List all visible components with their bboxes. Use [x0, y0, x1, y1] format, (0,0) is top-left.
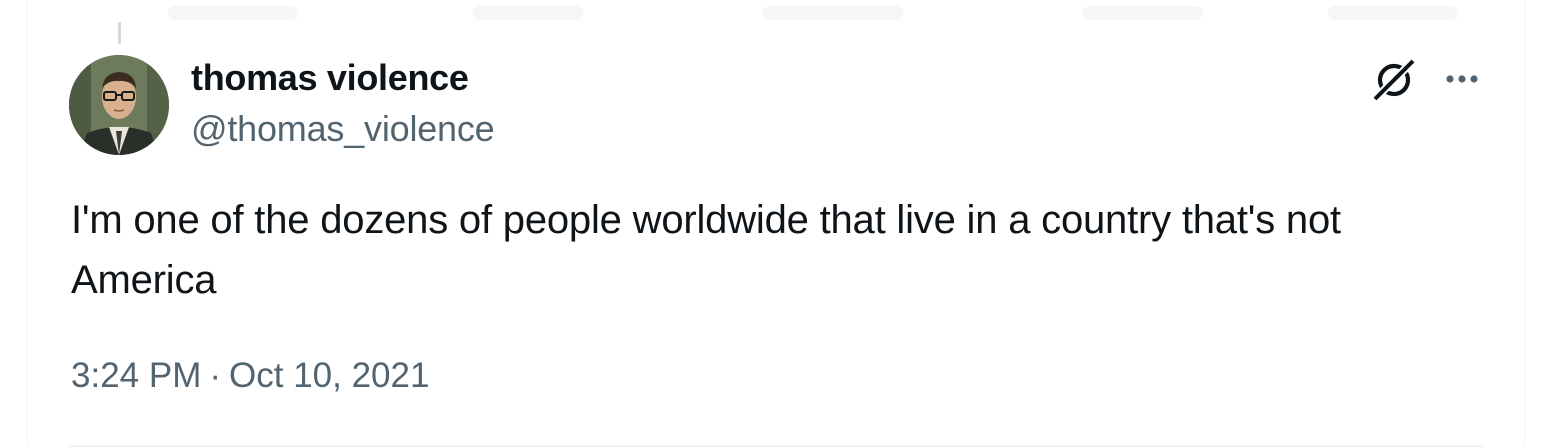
timestamp-separator: · [209, 356, 222, 395]
faded-action [1328, 6, 1458, 20]
thread-connector-line [118, 22, 121, 44]
tweet-card: thomas violence @thomas_violence I'm one… [27, 0, 1525, 447]
faded-action [763, 6, 903, 20]
more-horizontal-icon[interactable] [1438, 62, 1486, 96]
tweet-time: 3:24 PM [71, 356, 202, 395]
faded-action [1083, 6, 1203, 20]
faded-action [168, 6, 298, 20]
author-display-name[interactable]: thomas violence [191, 57, 469, 99]
author-handle[interactable]: @thomas_violence [191, 108, 495, 150]
grok-icon[interactable] [1370, 56, 1418, 104]
tweet-text: I'm one of the dozens of people worldwid… [71, 198, 1341, 302]
tweet-date: Oct 10, 2021 [229, 356, 430, 395]
avatar-photo [69, 55, 169, 155]
faded-action [473, 6, 583, 20]
avatar[interactable] [69, 55, 169, 155]
tweet-timestamp[interactable]: 3:24 PM · Oct 10, 2021 [71, 356, 429, 396]
previous-tweet-actions-faded [28, 0, 1524, 22]
